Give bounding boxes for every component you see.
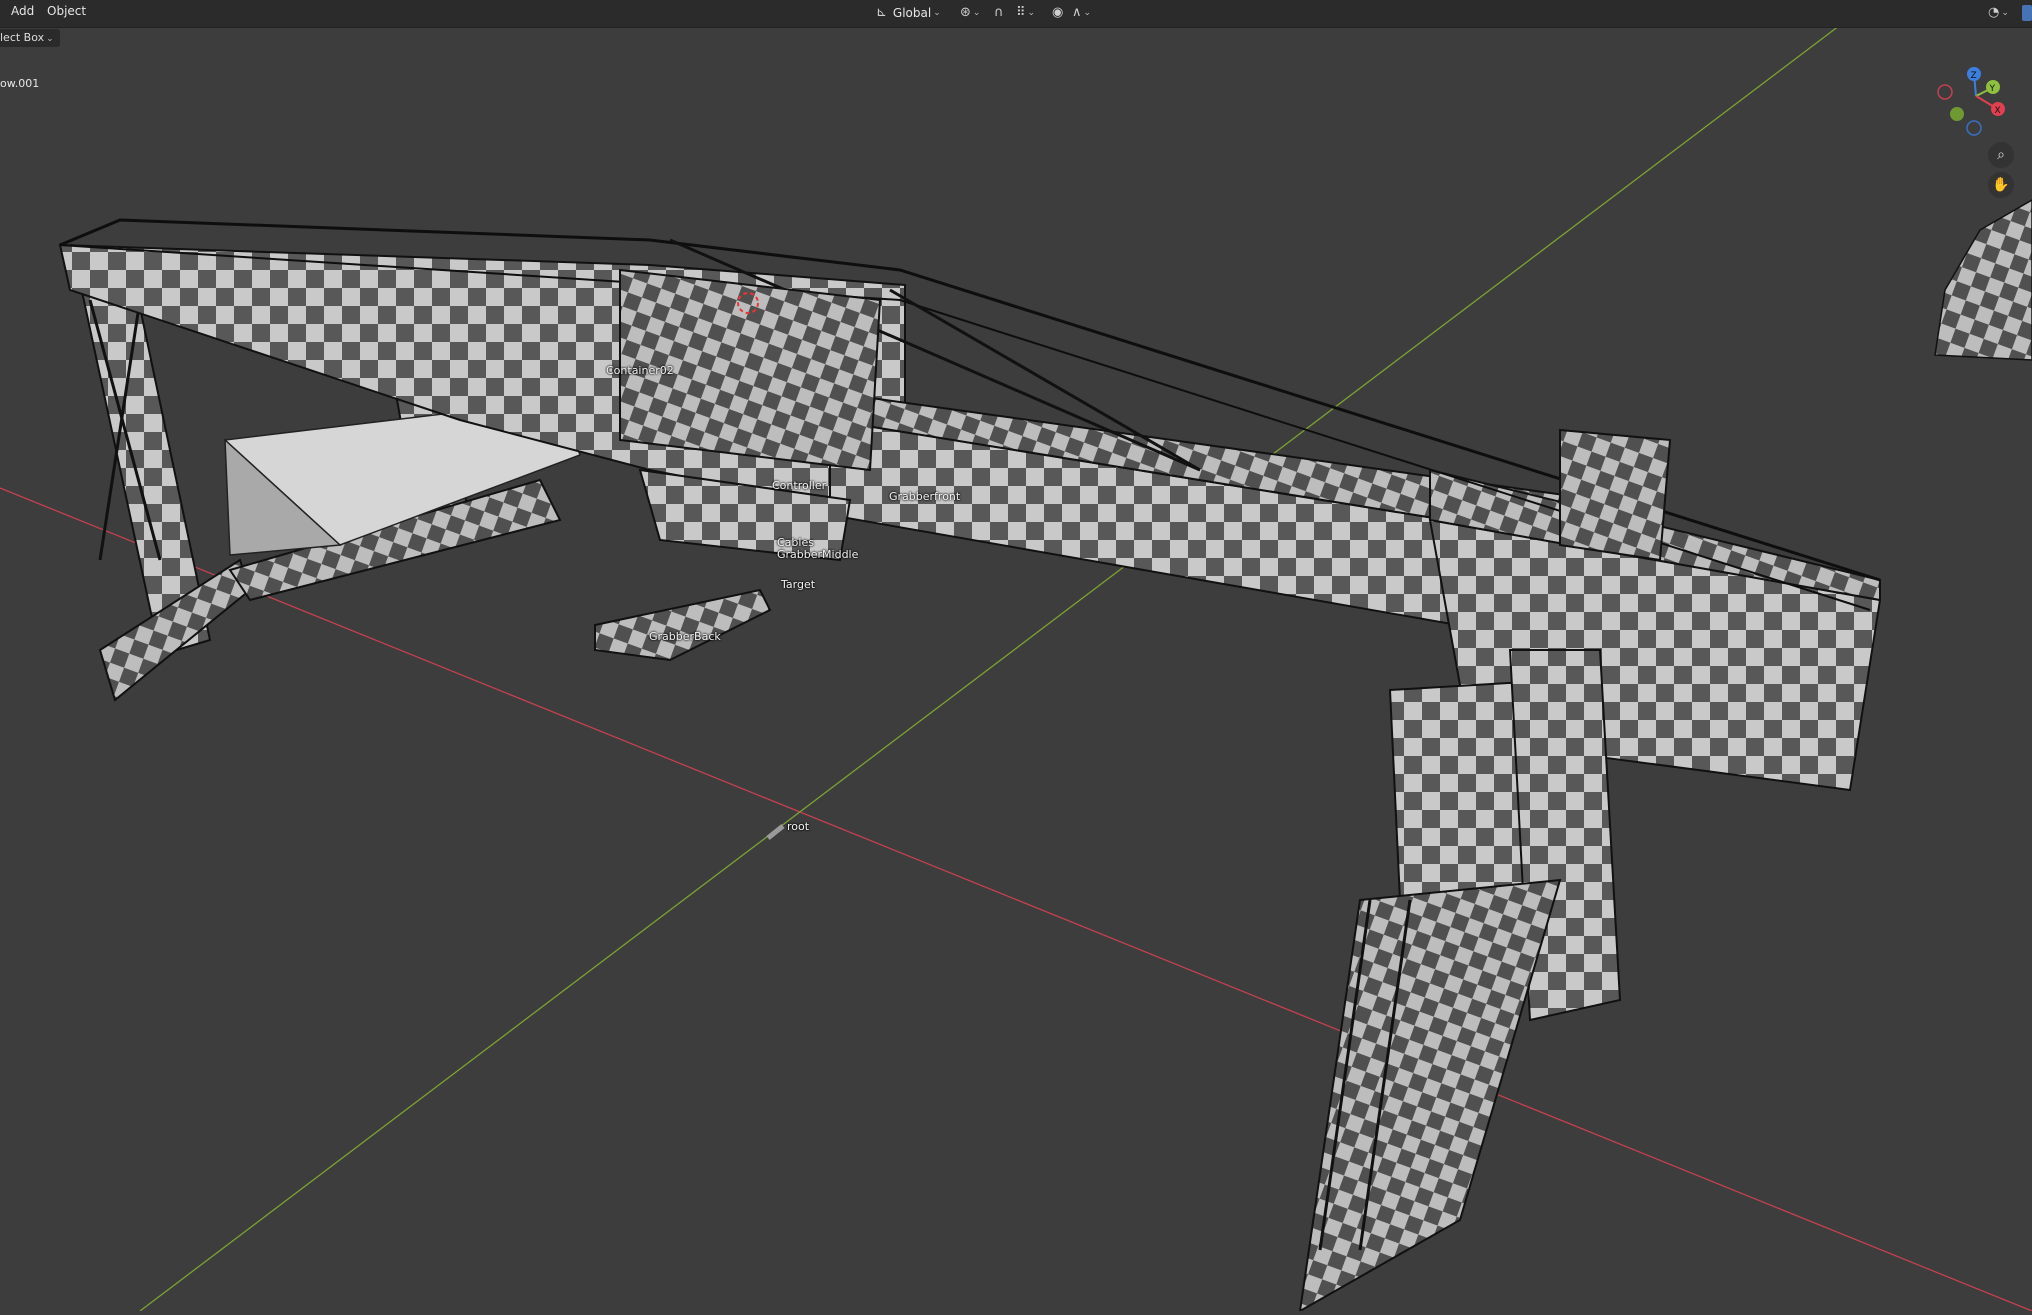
gizmo-z-label: Z	[1971, 71, 1977, 81]
snap-toggle[interactable]: ∩	[994, 3, 1004, 23]
label-grabberback: GrabberBack	[649, 630, 721, 643]
offscreen-object-mesh	[1934, 199, 2032, 361]
root-bone	[766, 824, 785, 840]
magnet-icon: ∩	[994, 5, 1004, 20]
chevron-down-icon: ⌄	[1027, 8, 1036, 18]
falloff-dropdown[interactable]: ∧ ⌄	[1072, 3, 1091, 23]
menu-add[interactable]: Add	[11, 4, 34, 18]
label-container02: Container02	[606, 364, 674, 377]
label-target: Target	[781, 578, 816, 591]
transform-orientation-label: Global	[892, 6, 932, 20]
zoom-icon[interactable]: ⌕	[1988, 142, 2014, 168]
label-grabbermiddle: GrabberMiddle	[777, 548, 859, 561]
label-root: root	[787, 820, 810, 833]
select-mode-dropdown[interactable]: lect Box ⌄	[0, 29, 60, 47]
gizmo-x-label: X	[1995, 106, 2001, 116]
overlay-icon	[2022, 5, 2032, 21]
viewport-overlay-toggle[interactable]	[2022, 3, 2032, 23]
visibility-dropdown[interactable]: ◔ ⌄	[1988, 3, 2009, 23]
select-mode-label: lect Box	[0, 31, 45, 44]
navigation-gizmo[interactable]: Z Y X	[1936, 62, 2026, 142]
orientation-axes-icon: ⊾	[876, 5, 887, 20]
chevron-down-icon: ⌄	[933, 8, 941, 18]
gizmo-y-label: Y	[1989, 84, 1996, 94]
proportional-edit-toggle[interactable]: ◉	[1052, 3, 1063, 23]
chevron-down-icon: ⌄	[1083, 8, 1092, 18]
menu-object[interactable]: Object	[47, 4, 86, 18]
eye-icon: ◔	[1988, 5, 2000, 20]
gizmo-neg-z	[1966, 120, 1982, 136]
label-grabberfront: Grabberfront	[889, 490, 961, 503]
pivot-icon: ⊛	[960, 5, 971, 20]
scene-canvas[interactable]	[0, 0, 2032, 1313]
pan-hand-icon[interactable]: ✋	[1988, 172, 2014, 198]
proportional-edit-icon: ◉	[1052, 5, 1064, 20]
chevron-down-icon: ⌄	[46, 34, 54, 44]
snap-target-dropdown[interactable]: ⠿ ⌄	[1016, 3, 1035, 23]
transform-orientation-dropdown[interactable]: ⊾ Global ⌄	[876, 3, 941, 23]
falloff-curve-icon: ∧	[1072, 5, 1082, 20]
chevron-down-icon: ⌄	[972, 8, 981, 18]
active-object-name: ow.001	[0, 77, 40, 90]
label-controller: Controller	[772, 479, 827, 492]
gizmo-neg-x	[1937, 84, 1953, 100]
snap-grid-icon: ⠿	[1016, 5, 1026, 20]
viewport-header: Add Object ⊾ Global ⌄ ⊛ ⌄ ∩ ⠿ ⌄ ◉ ∧ ⌄ ◔ …	[0, 0, 2032, 28]
chevron-down-icon: ⌄	[2001, 8, 2009, 18]
3d-viewport[interactable]: Container02 Controller Grabberfront Cabl…	[0, 0, 2032, 1313]
pivot-point-dropdown[interactable]: ⊛ ⌄	[960, 3, 980, 23]
gizmo-neg-y	[1950, 107, 1964, 121]
